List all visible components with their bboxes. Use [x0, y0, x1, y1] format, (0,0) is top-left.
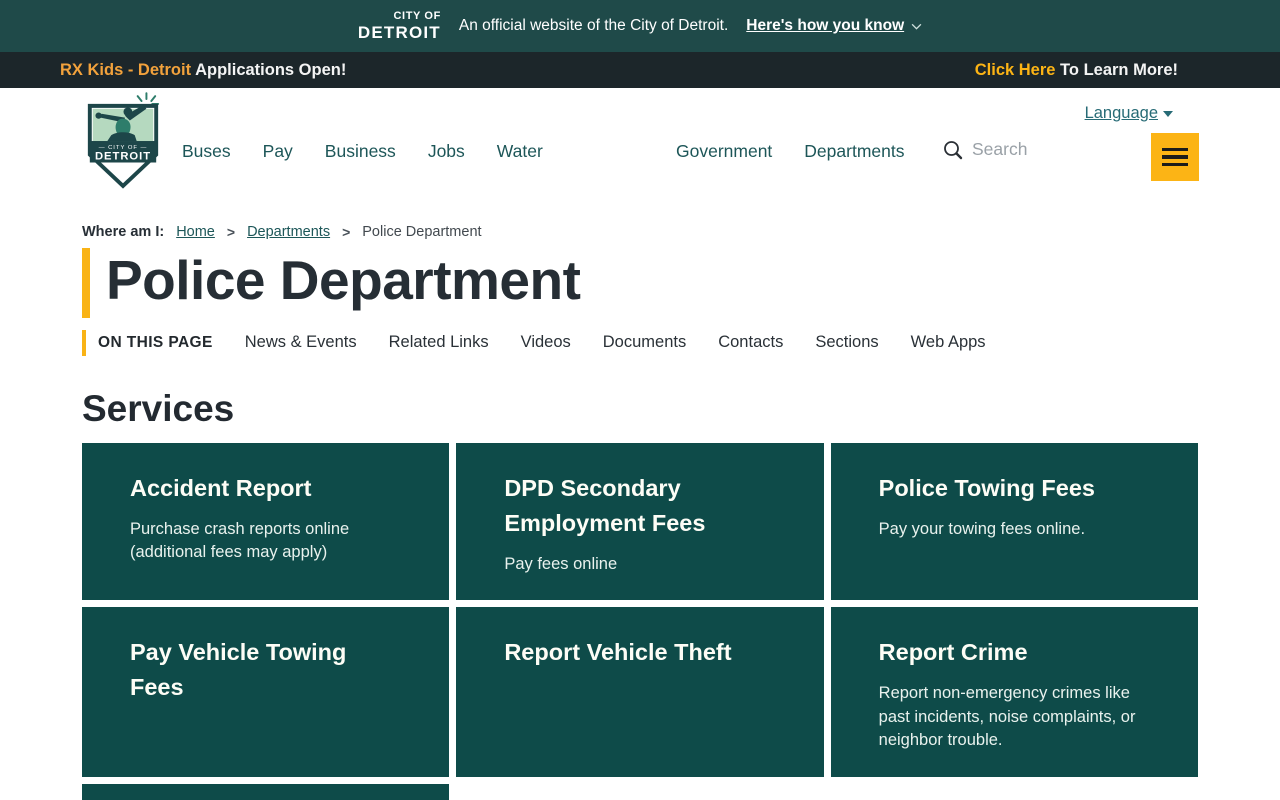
menu-button[interactable] — [1151, 133, 1199, 181]
heres-how-you-know-label: Here's how you know — [746, 17, 905, 34]
search-icon — [944, 140, 963, 159]
service-card-description: Report non-emergency crimes like past in… — [878, 684, 1136, 750]
otp-link-news-events[interactable]: News & Events — [245, 333, 357, 352]
breadcrumb-separator-icon: > — [226, 224, 236, 240]
breadcrumb-label: Where am I: — [82, 224, 165, 240]
page-title: Police Department — [106, 249, 581, 311]
alert-bar: RX Kids - Detroit Applications Open! Cli… — [0, 52, 1280, 88]
nav-item-water[interactable]: Water — [497, 141, 543, 162]
otp-link-web-apps[interactable]: Web Apps — [911, 333, 986, 352]
city-of-detroit-logo[interactable]: — CITY OF — DETROIT — [82, 92, 164, 197]
breadcrumb-link-departments[interactable]: Departments — [247, 224, 330, 240]
breadcrumb-separator-icon: > — [342, 224, 351, 240]
search-input[interactable] — [970, 138, 1060, 161]
otp-link-documents[interactable]: Documents — [603, 333, 686, 352]
site-header: — CITY OF — DETROIT Buses Pay Business J… — [0, 88, 1280, 200]
service-card-description: Pay fees online — [504, 554, 618, 573]
alert-left: RX Kids - Detroit Applications Open! — [60, 61, 346, 80]
banner-wordmark: CITY OF DETROIT — [358, 10, 441, 42]
service-card-dpd-secondary-employment-fees[interactable]: DPD Secondary Employment Fees Pay fees o… — [456, 442, 824, 601]
breadcrumb-current: Police Department — [362, 224, 482, 240]
heres-how-you-know-link[interactable]: Here's how you know — [746, 17, 922, 35]
nav-item-pay[interactable]: Pay — [263, 141, 293, 162]
nav-item-business[interactable]: Business — [325, 141, 396, 162]
banner-wordmark-city-of: CITY OF — [393, 9, 441, 22]
language-label: Language — [1084, 104, 1158, 122]
svg-text:DETROIT: DETROIT — [95, 151, 151, 163]
page-title-block: Police Department — [82, 248, 1198, 318]
otp-link-contacts[interactable]: Contacts — [718, 333, 783, 352]
official-banner: CITY OF DETROIT An official website of t… — [0, 0, 1280, 52]
secondary-nav: Government Departments — [676, 141, 904, 162]
on-this-page-nav: ON THIS PAGE News & Events Related Links… — [82, 329, 1198, 356]
on-this-page-label: ON THIS PAGE — [82, 329, 213, 356]
service-card-police-towing-fees[interactable]: Police Towing Fees Pay your towing fees … — [830, 442, 1198, 601]
service-card-report-vehicle-theft[interactable]: Report Vehicle Theft — [456, 607, 824, 777]
breadcrumb-link-home[interactable]: Home — [176, 224, 215, 240]
nav-item-departments[interactable]: Departments — [804, 141, 904, 162]
chevron-down-icon — [911, 23, 922, 30]
otp-link-videos[interactable]: Videos — [521, 333, 571, 352]
services-grid: Accident Report Purchase crash reports o… — [82, 442, 1198, 800]
search-box[interactable] — [942, 138, 1060, 161]
primary-nav: Buses Pay Business Jobs Water — [182, 141, 543, 162]
language-dropdown[interactable]: Language — [1085, 104, 1173, 123]
breadcrumb: Where am I: Home > Departments > Police … — [82, 224, 1198, 240]
otp-link-sections[interactable]: Sections — [815, 333, 878, 352]
rx-kids-link[interactable]: RX Kids - Detroit — [60, 61, 191, 79]
service-card-description: Pay your towing fees online. — [878, 519, 1086, 538]
click-here-link[interactable]: Click Here — [975, 61, 1056, 79]
nav-item-buses[interactable]: Buses — [182, 141, 231, 162]
otp-link-related-links[interactable]: Related Links — [389, 333, 489, 352]
service-card-pay-vehicle-towing-fees[interactable]: Pay Vehicle Towing Fees — [82, 607, 450, 777]
alert-right-text: To Learn More! — [1060, 60, 1178, 79]
service-card-title: Police Towing Fees — [878, 474, 1095, 501]
service-card-title: Pay Vehicle Towing Fees — [130, 639, 347, 701]
banner-wordmark-detroit: DETROIT — [357, 22, 441, 42]
nav-item-jobs[interactable]: Jobs — [428, 141, 465, 162]
service-card-title: Report Crime — [878, 639, 1028, 666]
alert-right: Click Here To Learn More! — [975, 61, 1178, 80]
nav-item-government[interactable]: Government — [676, 141, 772, 162]
service-card-report-crime[interactable]: Report Crime Report non-emergency crimes… — [830, 607, 1198, 777]
caret-down-icon — [1163, 110, 1173, 117]
service-card-description: Purchase crash reports online (additiona… — [130, 519, 350, 562]
service-card-partial[interactable] — [82, 783, 450, 800]
service-card-title: DPD Secondary Employment Fees — [504, 474, 706, 536]
official-website-text: An official website of the City of Detro… — [458, 17, 729, 34]
alert-left-text: Applications Open! — [195, 60, 347, 79]
services-heading: Services — [82, 387, 235, 429]
service-card-title: Accident Report — [130, 474, 312, 501]
service-card-title: Report Vehicle Theft — [504, 639, 732, 666]
service-card-accident-report[interactable]: Accident Report Purchase crash reports o… — [82, 442, 450, 601]
hamburger-icon — [1162, 147, 1188, 152]
